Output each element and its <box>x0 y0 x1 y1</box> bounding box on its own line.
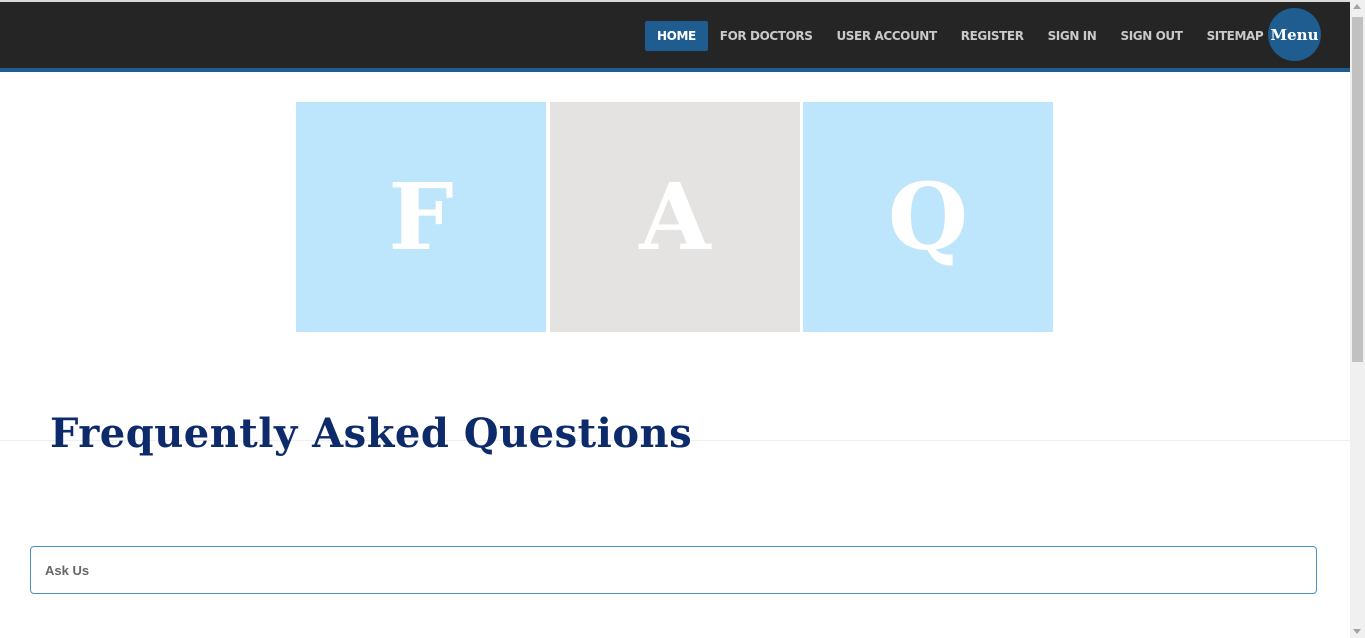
nav-item-sign-in[interactable]: SIGN IN <box>1036 21 1109 51</box>
faq-letter-a: A <box>639 163 711 271</box>
faq-tile-q: Q <box>803 102 1053 332</box>
main-nav: HOME FOR DOCTORS USER ACCOUNT REGISTER S… <box>645 21 1275 51</box>
scroll-down-arrow-icon[interactable] <box>1353 629 1361 634</box>
nav-item-for-doctors[interactable]: FOR DOCTORS <box>708 21 825 51</box>
top-navbar: HOME FOR DOCTORS USER ACCOUNT REGISTER S… <box>0 2 1350 68</box>
page: HOME FOR DOCTORS USER ACCOUNT REGISTER S… <box>0 0 1365 638</box>
scrollbar-thumb[interactable] <box>1352 17 1363 362</box>
vertical-scrollbar[interactable] <box>1350 0 1365 638</box>
nav-item-sitemap[interactable]: SITEMAP <box>1195 21 1276 51</box>
faq-banner: F A Q <box>296 102 1054 332</box>
faq-letter-f: F <box>388 163 454 271</box>
ask-us-panel[interactable]: Ask Us <box>30 546 1317 594</box>
nav-item-register[interactable]: REGISTER <box>949 21 1036 51</box>
faq-tile-f: F <box>296 102 546 332</box>
scroll-up-arrow-icon[interactable] <box>1353 4 1361 9</box>
menu-button[interactable]: Menu <box>1268 8 1321 61</box>
nav-item-sign-out[interactable]: SIGN OUT <box>1108 21 1194 51</box>
ask-us-label: Ask Us <box>45 563 90 578</box>
nav-item-user-account[interactable]: USER ACCOUNT <box>824 21 948 51</box>
faq-letter-q: Q <box>887 163 969 271</box>
nav-underline <box>0 68 1350 72</box>
faq-tile-a: A <box>550 102 800 332</box>
nav-item-home[interactable]: HOME <box>645 21 708 51</box>
page-title: Frequently Asked Questions <box>50 410 693 457</box>
